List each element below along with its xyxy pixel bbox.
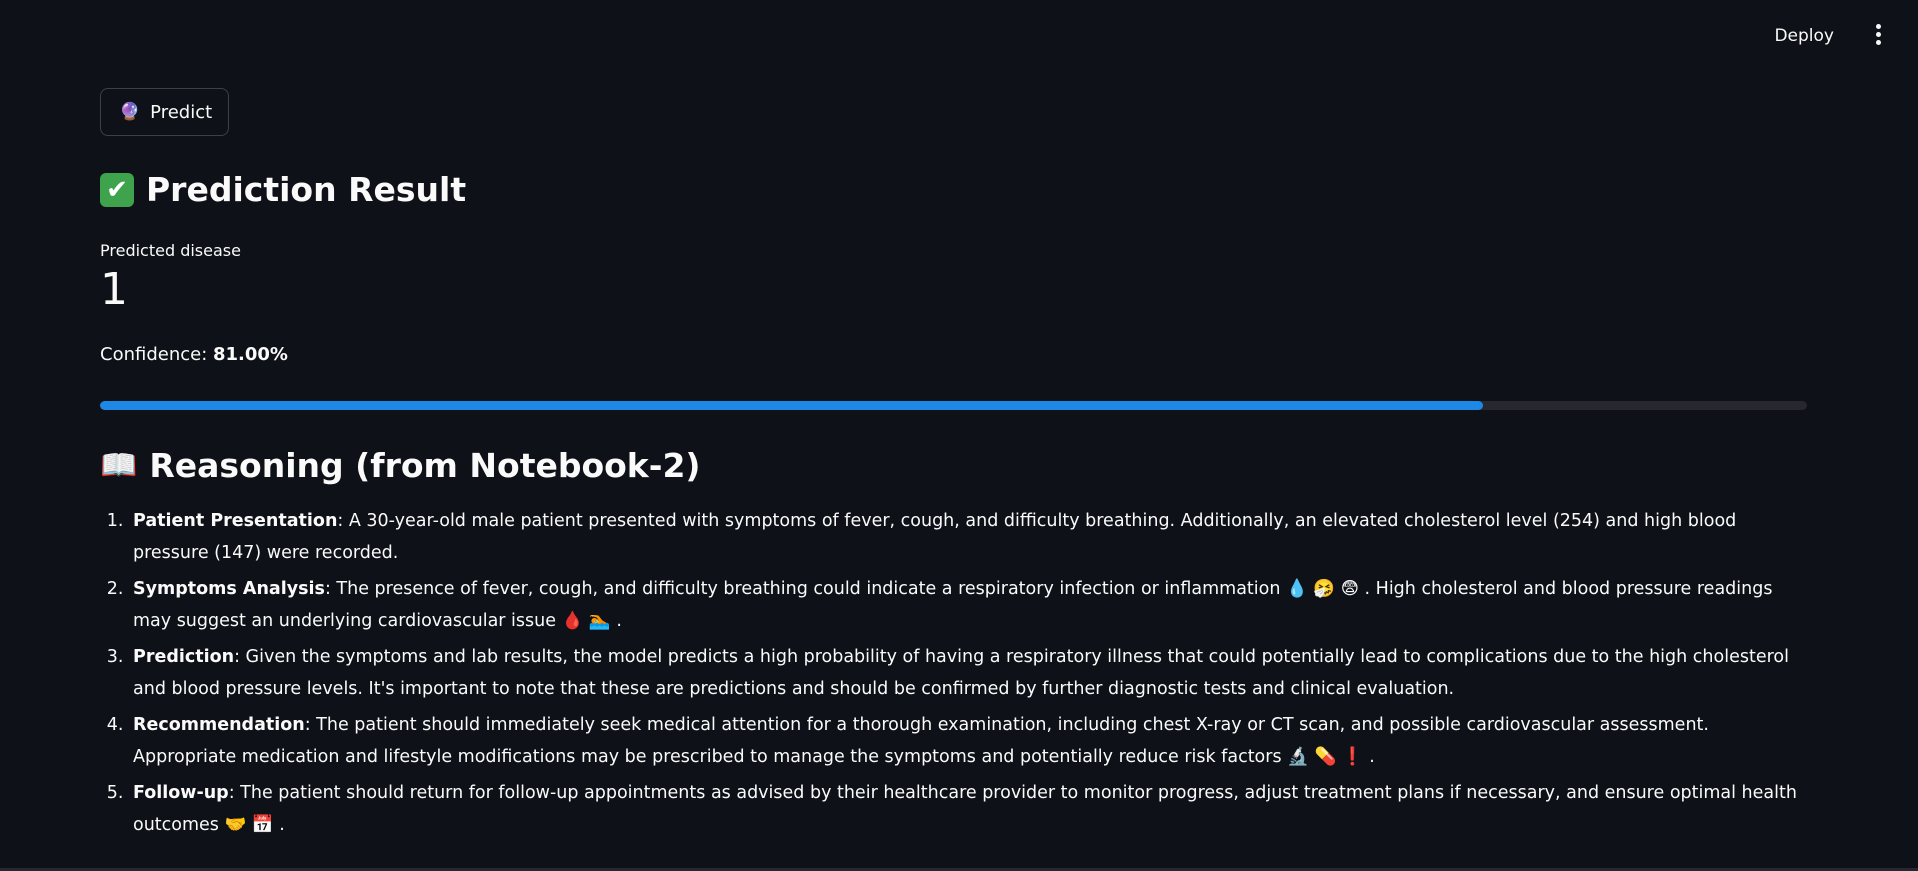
prediction-result-heading: ✔ Prediction Result: [100, 170, 1807, 209]
top-header: Deploy: [0, 0, 1918, 72]
kebab-menu-icon[interactable]: [1872, 24, 1884, 48]
check-mark-icon: ✔: [100, 172, 134, 207]
list-item-text: : The patient should return for follow-u…: [133, 783, 1797, 836]
open-book-icon: 📖: [100, 448, 138, 484]
list-item-suffix: .: [616, 611, 622, 632]
list-item-heading: Patient Presentation: [133, 511, 338, 532]
list-item-text: : Given the symptoms and lab results, th…: [133, 647, 1789, 700]
crystal-ball-icon: 🔮: [119, 102, 141, 122]
predict-button-label: Predict: [150, 101, 213, 123]
metric-value: 1: [100, 264, 128, 315]
list-item-text: : A 30-year-old male patient presented w…: [133, 511, 1737, 564]
list-item: Follow-up: The patient should return for…: [129, 777, 1807, 841]
list-item: Prediction: Given the symptoms and lab r…: [129, 641, 1807, 705]
list-item-suffix: .: [279, 815, 285, 836]
confidence-prefix: Confidence:: [100, 344, 213, 366]
prediction-result-title: Prediction Result: [146, 170, 467, 209]
list-item-heading: Follow-up: [133, 783, 229, 804]
confidence-value: 81.00%: [213, 344, 288, 366]
main-content: 🔮 Predict ✔ Prediction Result Predicted …: [100, 88, 1807, 845]
deploy-button[interactable]: Deploy: [1768, 22, 1840, 50]
metric-label: Predicted disease: [100, 241, 241, 260]
confidence-text: Confidence: 81.00%: [100, 344, 1807, 365]
list-item: Patient Presentation: A 30-year-old male…: [129, 505, 1807, 569]
list-item-heading: Recommendation: [133, 715, 305, 736]
list-item-heading: Symptoms Analysis: [133, 579, 325, 600]
list-item: Symptoms Analysis: The presence of fever…: [129, 573, 1807, 637]
list-item-text: : The patient should immediately seek me…: [133, 715, 1709, 768]
reasoning-heading: 📖 Reasoning (from Notebook-2): [100, 446, 1807, 485]
reasoning-list: Patient Presentation: A 30-year-old male…: [100, 505, 1807, 841]
list-item-text: : The presence of fever, cough, and diff…: [133, 579, 1773, 632]
predict-button[interactable]: 🔮 Predict: [100, 88, 230, 136]
confidence-progress-bar: [100, 401, 1807, 411]
list-item: Recommendation: The patient should immed…: [129, 709, 1807, 773]
reasoning-title: Reasoning (from Notebook-2): [149, 446, 701, 486]
progress-fill: [100, 401, 1483, 411]
list-item-suffix: .: [1369, 747, 1375, 768]
list-item-heading: Prediction: [133, 647, 235, 668]
